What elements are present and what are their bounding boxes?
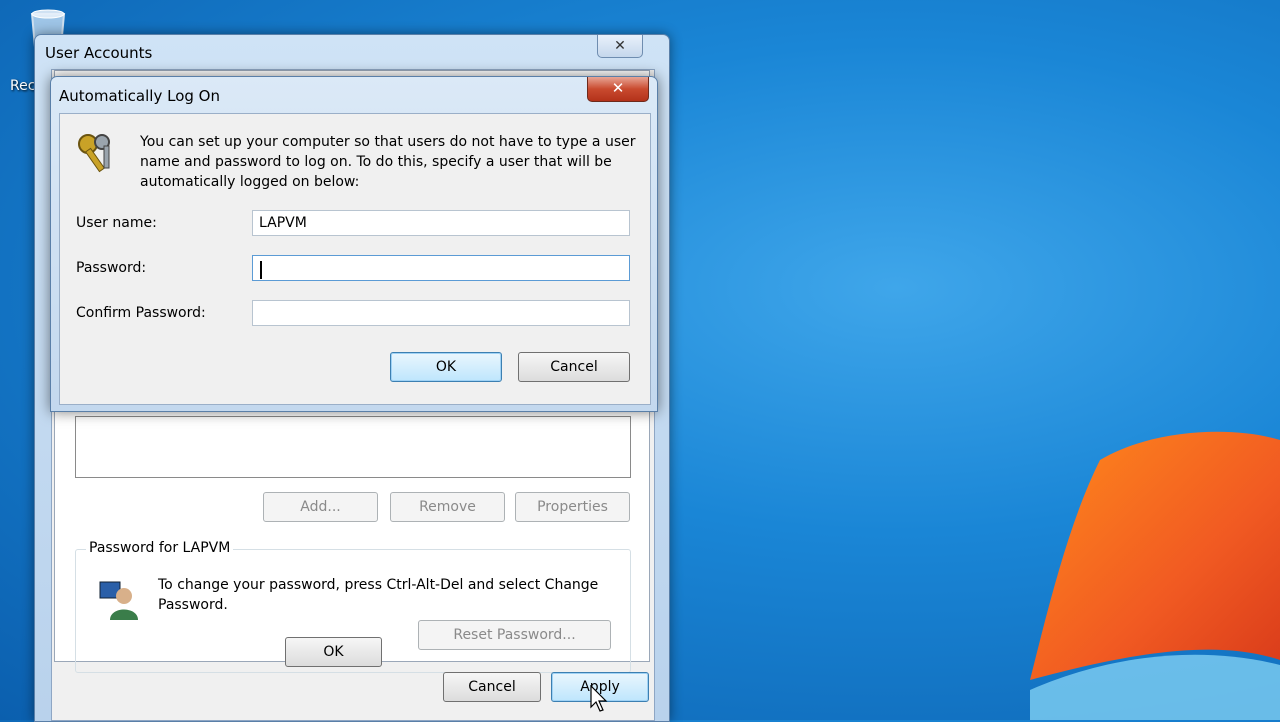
windows-logo-icon	[1030, 431, 1280, 720]
properties-button[interactable]: Properties	[515, 492, 630, 522]
keys-icon	[78, 134, 110, 173]
users-list[interactable]	[75, 416, 631, 478]
add-button[interactable]: Add...	[263, 492, 378, 522]
confirm-password-field[interactable]	[252, 300, 630, 326]
confirm-password-label: Confirm Password:	[76, 305, 206, 321]
window-title: User Accounts	[45, 44, 153, 62]
username-field[interactable]	[252, 210, 630, 236]
dialog-close-button[interactable]: ✕	[587, 77, 649, 102]
password-group-text: To change your password, press Ctrl-Alt-…	[158, 577, 599, 613]
dialog-client-area: You can set up your computer so that use…	[59, 113, 651, 405]
remove-button[interactable]: Remove	[390, 492, 505, 522]
mouse-cursor-icon	[590, 685, 608, 712]
close-button[interactable]: ✕	[597, 35, 643, 58]
auto-logon-dialog[interactable]: Automatically Log On ✕ You can set up yo…	[50, 76, 658, 412]
user-icon	[99, 581, 138, 620]
password-field[interactable]	[252, 255, 630, 281]
dialog-title: Automatically Log On	[59, 87, 220, 105]
dialog-ok-button[interactable]: OK	[390, 352, 502, 382]
password-label: Password:	[76, 260, 147, 276]
dialog-cancel-button[interactable]: Cancel	[518, 352, 630, 382]
reset-password-button[interactable]: Reset Password...	[418, 620, 611, 650]
ok-button[interactable]: OK	[285, 637, 382, 667]
recycle-bin-label: Rec	[10, 78, 36, 94]
dialog-intro-text: You can set up your computer so that use…	[140, 134, 636, 190]
text-caret	[260, 261, 262, 279]
password-group-legend: Password for LAPVM	[86, 540, 234, 556]
cancel-button[interactable]: Cancel	[443, 672, 541, 702]
username-label: User name:	[76, 215, 157, 231]
